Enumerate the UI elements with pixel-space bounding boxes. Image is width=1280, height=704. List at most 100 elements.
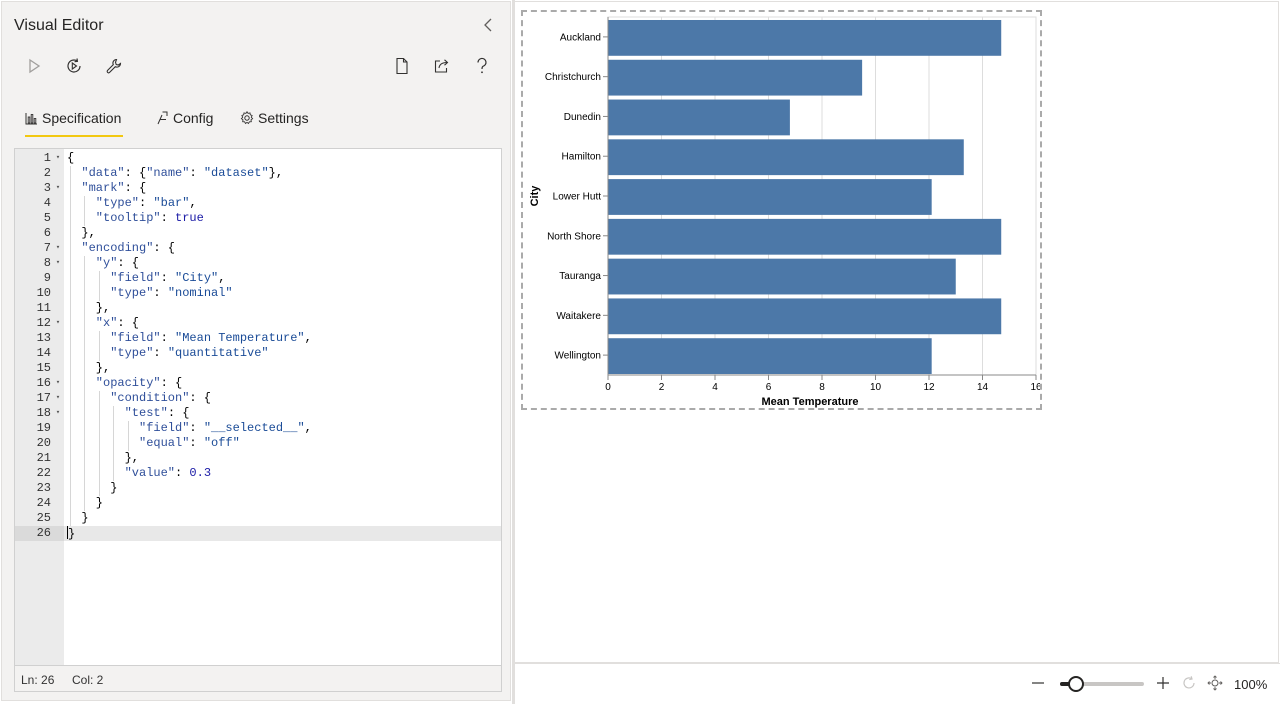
code-line[interactable]: 24} (15, 496, 501, 511)
code-token: "opacity" (95, 376, 161, 390)
code-line[interactable]: 13 "field": "Mean Temperature", (15, 331, 501, 346)
fold-arrow-icon[interactable]: ▾ (53, 256, 63, 271)
code-text: "test": { (125, 406, 190, 421)
y-axis-title: City (529, 185, 541, 207)
code-token: : { (124, 181, 147, 195)
code-line[interactable]: 4 "type": "bar", (15, 196, 501, 211)
code-token: "encoding" (81, 241, 154, 255)
collapse-pane-button[interactable] (478, 14, 498, 36)
code-token: : (160, 271, 176, 285)
code-line[interactable]: 6}, (15, 226, 501, 241)
code-line[interactable]: 16 ▾ "opacity": { (15, 376, 501, 391)
y-tick-label: Wellington (554, 351, 601, 362)
code-line[interactable]: 11}, (15, 301, 501, 316)
indent-guide (70, 331, 71, 346)
code-token: , (189, 196, 197, 210)
code-line[interactable]: 3 ▾ "mark": { (15, 181, 501, 196)
indent-guide (113, 421, 115, 436)
code-line[interactable]: 5 "tooltip": true (15, 211, 501, 226)
code-token: { (67, 151, 75, 165)
indent-guide (98, 391, 100, 406)
zoom-slider[interactable] (1060, 676, 1144, 692)
code-line[interactable]: 22 "value": 0.3 (15, 466, 501, 481)
code-line[interactable]: 19 "field": "__selected__", (15, 421, 501, 436)
bar-chart: 0 2 4 6 8 10 12 14 16 Auckland Christchurch Dunedin… (529, 16, 1040, 408)
code-line[interactable]: 17 ▾ "condition": { (15, 391, 501, 406)
indent-guide (70, 376, 71, 391)
zoom-bar: 100% (515, 663, 1280, 704)
export-button[interactable] (428, 52, 456, 80)
code-text: "y": { (96, 256, 139, 271)
code-line[interactable]: 10 "type": "nominal" (15, 286, 501, 301)
code-token: "City" (175, 271, 219, 285)
fold-arrow-icon[interactable]: ▾ (53, 376, 63, 391)
play-icon (29, 58, 41, 74)
code-token: } (110, 481, 118, 495)
code-token: "field" (110, 271, 161, 285)
code-token: }, (81, 226, 96, 240)
share-icon (434, 59, 449, 73)
code-line[interactable]: 23} (15, 481, 501, 496)
code-line[interactable]: 12 ▾ "x": { (15, 316, 501, 331)
x-tick-label: 16 (1030, 382, 1040, 393)
code-line[interactable]: 15}, (15, 361, 501, 376)
fold-arrow-icon[interactable]: ▾ (53, 391, 63, 406)
bar-chart-icon (24, 111, 38, 125)
code-line[interactable]: 2 "data": {"name": "dataset"}, (15, 166, 501, 181)
tab-settings[interactable]: Settings (240, 100, 309, 136)
zoom-out-icon (1032, 682, 1044, 684)
indent-guide (113, 466, 115, 481)
indent-guide (84, 271, 86, 286)
code-line[interactable]: 18 ▾ "test": { (15, 406, 501, 421)
code-text: }, (96, 361, 110, 376)
code-line[interactable]: 9 "field": "City", (15, 271, 501, 286)
code-line[interactable]: 8 ▾ "y": { (15, 256, 501, 271)
code-line[interactable]: 1 ▾{ (15, 151, 501, 166)
code-line[interactable]: 7 ▾ "encoding": { (15, 241, 501, 256)
tab-config[interactable]: Config (155, 100, 213, 136)
indent-guide (98, 451, 100, 466)
tab-config-label: Config (173, 110, 214, 126)
spec-code-editor[interactable]: 1 ▾{2 "data": {"name": "dataset"}, 3 ▾ "mark"… (14, 148, 502, 692)
code-line[interactable]: 25} (15, 511, 501, 526)
code-token: "mark" (81, 181, 125, 195)
auto-apply-button[interactable] (60, 52, 88, 80)
tools-button[interactable] (100, 52, 128, 80)
code-text: } (96, 496, 103, 511)
code-line[interactable]: 26} (15, 526, 501, 541)
fold-arrow-icon[interactable]: ▾ (53, 181, 63, 196)
y-tick-label: Hamilton (562, 152, 601, 163)
code-token: "type" (110, 286, 154, 300)
editor-title: Visual Editor (14, 17, 104, 34)
fold-arrow-icon[interactable]: ▾ (53, 151, 63, 166)
line-number: 26 (15, 526, 64, 541)
code-line[interactable]: 21}, (15, 451, 501, 466)
fold-arrow-icon[interactable]: ▾ (53, 241, 63, 256)
fold-arrow-icon[interactable]: ▾ (53, 316, 63, 331)
new-spec-button[interactable] (388, 52, 416, 80)
fold-arrow-icon[interactable]: ▾ (53, 406, 63, 421)
indent-guide (98, 421, 100, 436)
reset-zoom-button[interactable] (1179, 673, 1199, 693)
indent-guide (84, 196, 86, 211)
help-button[interactable] (468, 52, 496, 80)
code-token: : { (160, 376, 183, 390)
zoom-slider-thumb[interactable] (1068, 676, 1085, 692)
indent-guide (84, 391, 86, 406)
zoom-in-button[interactable] (1153, 673, 1173, 693)
code-line[interactable]: 14 "type": "quantitative" (15, 346, 501, 361)
code-text: "data": {"name": "dataset"}, (81, 166, 283, 181)
bar-waitakere (608, 298, 1002, 335)
code-text: "field": "__selected__", (139, 421, 312, 436)
bar-north-shore (608, 218, 1002, 255)
run-button[interactable] (20, 52, 48, 80)
x-tick-label: 2 (659, 382, 665, 393)
tab-specification[interactable]: Specification (24, 100, 124, 137)
code-token: : { (167, 406, 190, 420)
zoom-out-button[interactable] (1028, 673, 1048, 693)
indent-guide (70, 451, 71, 466)
indent-guide (84, 436, 86, 451)
code-token: } (95, 496, 103, 510)
fit-to-page-button[interactable] (1205, 673, 1225, 693)
code-line[interactable]: 20 "equal": "off" (15, 436, 501, 451)
